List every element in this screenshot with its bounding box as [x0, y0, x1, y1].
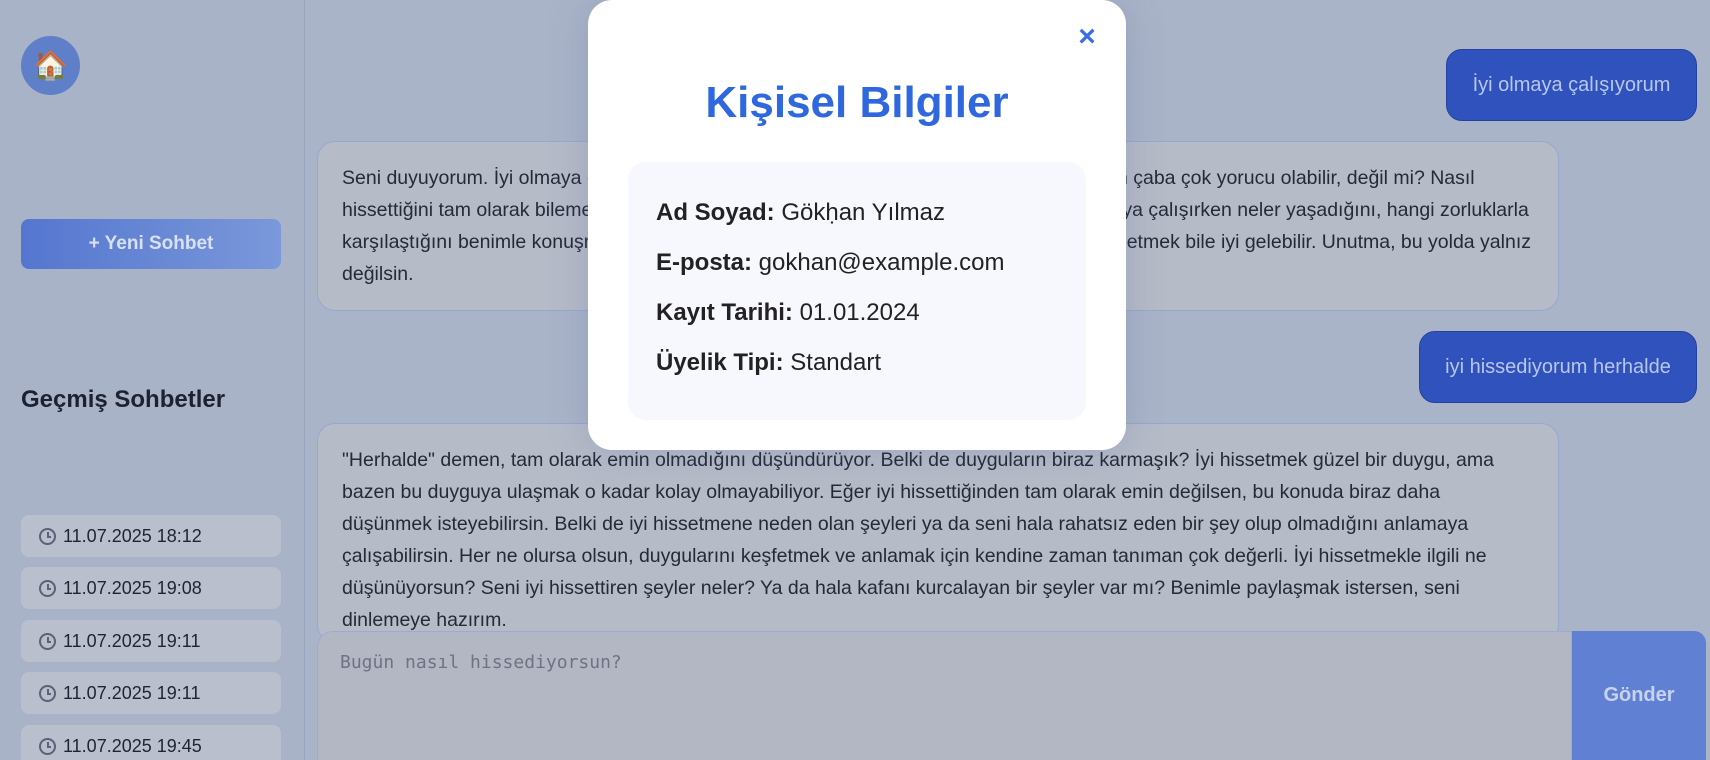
clock-icon: [39, 527, 56, 545]
clock-icon: [39, 684, 56, 702]
clock-icon: [39, 737, 56, 755]
new-chat-button[interactable]: + Yeni Sohbet: [21, 219, 281, 269]
history-item[interactable]: 11.07.2025 19:11: [21, 672, 281, 714]
user-message: iyi hissediyorum herhalde: [1419, 331, 1697, 403]
info-label: E-posta:: [656, 249, 759, 276]
history-item[interactable]: 11.07.2025 19:45: [21, 725, 281, 760]
info-row-registration-date: Kayıt Tarihi: 01.01.2024: [656, 298, 1058, 348]
history-item[interactable]: 11.07.2025 19:08: [21, 567, 281, 609]
history-item-label: 11.07.2025 18:12: [63, 525, 202, 546]
bot-message: "Herhalde" demen, tam olarak emin olmadı…: [317, 423, 1559, 643]
history-item-label: 11.07.2025 19:45: [63, 735, 202, 756]
history-item-label: 11.07.2025 19:08: [63, 577, 202, 598]
info-row-email: E-posta: gokhan@example.com: [656, 248, 1058, 298]
info-card: Ad Soyad: Gökḥan Yılmaz E-posta: gokhan@…: [628, 162, 1086, 420]
close-icon[interactable]: ×: [1072, 22, 1102, 52]
sidebar: 🏠 + Yeni Sohbet Geçmiş Sohbetler 11.07.2…: [0, 0, 305, 760]
clock-icon: [39, 579, 56, 597]
history-item-label: 11.07.2025 19:11: [63, 682, 201, 703]
home-icon: 🏠: [33, 50, 68, 81]
info-label: Üyelik Tipi:: [656, 349, 791, 376]
info-row-name: Ad Soyad: Gökḥan Yılmaz: [656, 198, 1058, 248]
info-row-membership-type: Üyelik Tipi: Standart: [656, 348, 1058, 398]
message-input[interactable]: [318, 632, 1568, 752]
info-value: Gökḥan Yılmaz: [781, 199, 945, 226]
home-button[interactable]: 🏠: [21, 36, 80, 95]
history-item[interactable]: 11.07.2025 18:12: [21, 515, 281, 557]
info-label: Kayıt Tarihi:: [656, 299, 800, 326]
modal-title: Kişisel Bilgiler: [705, 78, 1009, 127]
send-button[interactable]: Gönder: [1572, 631, 1706, 760]
history-item-label: 11.07.2025 19:11: [63, 630, 201, 651]
user-message: İyi olmaya çalışıyorum: [1446, 49, 1697, 121]
info-value: Standart: [790, 349, 881, 376]
message-input-area: [317, 631, 1572, 760]
history-item[interactable]: 11.07.2025 19:11: [21, 620, 281, 662]
history-title: Geçmiş Sohbetler: [21, 386, 226, 413]
personal-info-modal: × Kişisel Bilgiler Ad Soyad: Gökḥan Yılm…: [588, 0, 1126, 450]
info-value: gokhan@example.com: [758, 249, 1005, 276]
info-label: Ad Soyad:: [656, 199, 782, 226]
info-value: 01.01.2024: [799, 299, 920, 326]
clock-icon: [39, 632, 56, 650]
